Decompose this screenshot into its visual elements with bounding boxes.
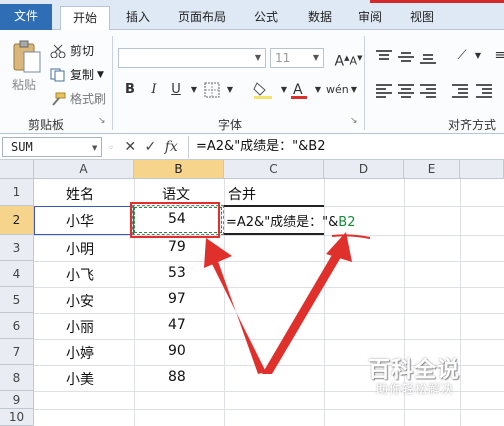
arrow-right	[262, 248, 344, 374]
underline-stroke	[331, 234, 371, 239]
arrow-left	[208, 250, 266, 374]
watermark-subtitle: 助你轻松解决	[376, 382, 455, 396]
arrow-right-head	[326, 232, 352, 262]
